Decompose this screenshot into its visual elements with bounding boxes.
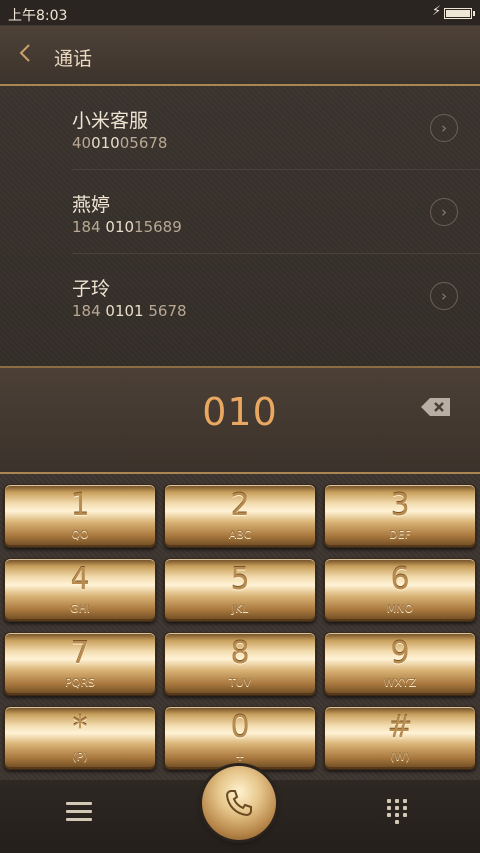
key-digit: 4 bbox=[70, 562, 90, 597]
key-letters: GHI bbox=[69, 602, 91, 615]
key-letters: ABC bbox=[228, 528, 252, 541]
chevron-right-icon[interactable]: › bbox=[430, 282, 458, 310]
key-digit: 1 bbox=[70, 488, 90, 523]
contact-row[interactable]: 燕婷 184 01015689 › bbox=[0, 170, 480, 254]
dialpad-icon[interactable] bbox=[387, 799, 411, 827]
key-digit: 8 bbox=[230, 636, 250, 671]
contact-number: 184 0101 5678 bbox=[72, 302, 187, 320]
dialed-number: 010 bbox=[202, 390, 278, 434]
key-letters: PQRS bbox=[65, 676, 95, 689]
key-2[interactable]: 2 ABC bbox=[164, 484, 316, 548]
contact-name: 燕婷 bbox=[72, 194, 111, 216]
key-hash[interactable]: # (W) bbox=[324, 706, 476, 770]
key-letters: (W) bbox=[390, 750, 410, 763]
key-0[interactable]: 0 + bbox=[164, 706, 316, 770]
contact-row[interactable]: 小米客服 4001005678 › bbox=[0, 86, 480, 170]
chevron-left-icon[interactable] bbox=[18, 42, 32, 69]
chevron-right-icon[interactable]: › bbox=[430, 114, 458, 142]
key-letters: DEF bbox=[389, 528, 411, 541]
key-digit: 2 bbox=[230, 488, 250, 523]
key-letters: (P) bbox=[72, 750, 88, 763]
key-3[interactable]: 3 DEF bbox=[324, 484, 476, 548]
status-time: 上午8:03 bbox=[8, 8, 68, 24]
key-4[interactable]: 4 GHI bbox=[4, 558, 156, 622]
key-digit: * bbox=[72, 710, 88, 745]
key-letters: MNO bbox=[386, 602, 414, 615]
key-digit: 3 bbox=[390, 488, 410, 523]
key-letters: WXYZ bbox=[383, 676, 417, 689]
chevron-right-icon[interactable]: › bbox=[430, 198, 458, 226]
contact-name: 小米客服 bbox=[72, 110, 149, 132]
header-bar: 通话 bbox=[0, 26, 480, 86]
key-7[interactable]: 7 PQRS bbox=[4, 632, 156, 696]
dial-keypad: 1 QO 2 ABC 3 DEF 4 GHI 5 JKL 6 MNO 7 PQR… bbox=[0, 474, 480, 780]
charging-icon: ⚡ bbox=[432, 4, 442, 19]
phone-icon bbox=[225, 790, 252, 817]
backspace-icon[interactable] bbox=[420, 396, 452, 418]
key-5[interactable]: 5 JKL bbox=[164, 558, 316, 622]
key-digit: 0 bbox=[230, 710, 250, 745]
page-title: 通话 bbox=[54, 48, 93, 70]
dial-input-area: 010 bbox=[0, 366, 480, 474]
key-star[interactable]: * (P) bbox=[4, 706, 156, 770]
key-digit: 9 bbox=[390, 636, 410, 671]
key-8[interactable]: 8 TUV bbox=[164, 632, 316, 696]
key-digit: 7 bbox=[70, 636, 90, 671]
key-9[interactable]: 9 WXYZ bbox=[324, 632, 476, 696]
menu-icon[interactable] bbox=[66, 801, 92, 823]
contact-name: 子玲 bbox=[72, 278, 111, 300]
contact-suggestion-list: 小米客服 4001005678 › 燕婷 184 01015689 › 子玲 1… bbox=[0, 86, 480, 366]
key-digit: # bbox=[387, 710, 413, 745]
key-letters: JKL bbox=[231, 602, 249, 615]
key-1[interactable]: 1 QO bbox=[4, 484, 156, 548]
key-letters: + bbox=[235, 750, 245, 763]
key-digit: 6 bbox=[390, 562, 410, 597]
battery-icon bbox=[444, 8, 475, 19]
contact-number: 184 01015689 bbox=[72, 218, 182, 236]
bottom-action-bar bbox=[0, 766, 480, 853]
key-letters: QO bbox=[71, 528, 89, 541]
status-bar: 上午8:03 ⚡ bbox=[0, 0, 480, 26]
key-letters: TUV bbox=[228, 676, 252, 689]
contact-number: 4001005678 bbox=[72, 134, 168, 152]
key-digit: 5 bbox=[230, 562, 250, 597]
key-6[interactable]: 6 MNO bbox=[324, 558, 476, 622]
call-button[interactable] bbox=[202, 766, 276, 840]
contact-row[interactable]: 子玲 184 0101 5678 › bbox=[0, 254, 480, 338]
